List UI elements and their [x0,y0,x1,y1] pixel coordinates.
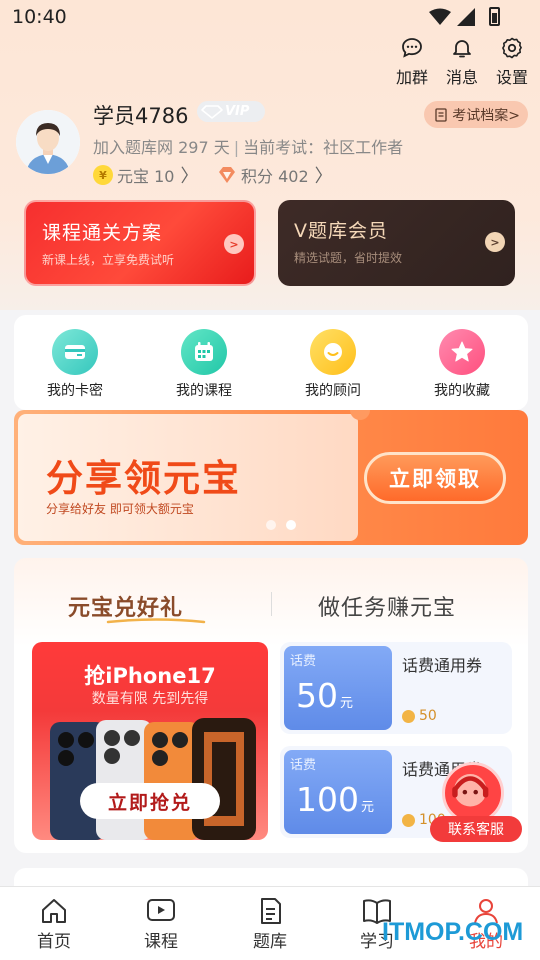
coin-icon [402,709,415,723]
coupon-amount: 50 元 [296,676,354,715]
vip-membership-subtitle: 精选试题，省时提效 [294,251,403,265]
coupon-tag: 话费 [290,758,317,773]
carousel-indicator [266,520,296,530]
tab-divider [271,592,272,616]
my-favorites-label: 我的收藏 [434,383,490,399]
carousel-dot[interactable] [266,520,276,530]
chevron-right-icon: 〉 [314,166,333,187]
gear-icon [502,37,522,59]
gem-icon [219,167,235,183]
nav-courses[interactable]: 课程 [126,897,196,952]
phone-credit-coupon-50[interactable]: 话费 50 元 话费通用券 50 [280,642,512,734]
iphone-promo-card[interactable]: 抢iPhone17 数量有限 先到先得 立即抢兑 [32,642,268,840]
arrow-right-icon: > [485,232,505,252]
nav-home-label: 首页 [37,932,71,952]
my-advisor-label: 我的顾问 [305,383,361,399]
profile-subtitle: 加入题库网 297 天 | 当前考试：社区工作者 [93,138,404,157]
calendar-icon [181,329,227,375]
coupon-name: 话费通用券 [402,656,483,675]
document-icon [435,107,447,122]
chevron-right-icon: 〉 [180,166,199,187]
status-time: 10:40 [12,6,67,28]
bell-icon [453,40,471,58]
messages-button[interactable]: 消息 [444,36,480,88]
points-value: 积分 402 [241,167,309,186]
chat-bubble-icon [402,38,422,58]
wifi-icon [429,8,451,25]
vip-badge[interactable]: VIP [197,101,265,122]
username: 学员4786 [93,104,189,128]
coupon-tag: 话费 [290,654,317,669]
messages-label: 消息 [445,68,478,87]
current-exam: 当前考试：社区工作者 [243,138,404,157]
coupon-face: 话费 50 元 [284,646,392,730]
vip-membership-title: V题库会员 [294,220,388,242]
points-stat[interactable]: 积分 402 〉 [217,162,333,188]
my-courses-label: 我的课程 [176,383,232,399]
avatar[interactable] [16,110,80,174]
arrow-right-icon: > [224,234,244,254]
nav-courses-label: 课程 [144,932,178,952]
coin-icon [402,813,415,827]
course-plan-card[interactable]: 课程通关方案 新课上线，立享免费试听 > [24,200,256,286]
battery-icon [489,7,500,26]
my-card-keys-item[interactable]: 我的卡密 [25,329,125,400]
card-icon [52,329,98,375]
course-plan-subtitle: 新课上线，立享免费试听 [42,253,175,267]
nav-home[interactable]: 首页 [19,897,89,952]
status-bar: 10:40 [0,0,540,34]
diamond-icon [201,104,223,119]
yuanbao-stat[interactable]: ¥ 元宝 10 〉 [93,162,198,188]
document-icon [261,898,281,924]
join-group-button[interactable]: 加群 [394,36,430,88]
carousel-dot-active[interactable] [286,520,296,530]
yuanbao-coin-icon: ¥ [93,165,113,185]
vip-label: VIP [225,104,250,119]
active-tab-underline [106,618,206,624]
customer-service-avatar-icon [442,762,504,824]
settings-label: 设置 [495,68,528,87]
share-banner[interactable]: 分享领元宝 分享给好友 即可领大额元宝 立即领取 [14,410,528,545]
exam-archive-button[interactable]: 考试档案> [424,101,528,128]
coupon-face: 话费 100 元 [284,750,392,834]
play-icon [147,899,175,921]
home-icon [42,899,66,923]
my-favorites-item[interactable]: 我的收藏 [412,329,512,400]
customer-service-label: 联系客服 [430,816,522,842]
grab-now-button[interactable]: 立即抢兑 [80,783,220,819]
phones-illustration [50,718,256,840]
iphone-title: 抢iPhone17 [84,664,216,688]
yuanbao-value: 元宝 10 [117,167,175,186]
star-icon [439,329,485,375]
joined-days: 加入题库网 297 天 [93,138,230,157]
tab-earn-by-tasks[interactable]: 做任务赚元宝 [318,590,456,622]
quick-menu: 我的卡密 我的课程 我的顾问 我的收藏 [14,315,528,410]
join-group-label: 加群 [395,68,428,87]
coupon-cost: 50 [402,708,437,724]
claim-now-button[interactable]: 立即领取 [364,452,506,504]
vip-membership-card[interactable]: V题库会员 精选试题，省时提效 > [278,200,515,286]
nav-question-bank[interactable]: 题库 [235,897,305,952]
advisor-icon [310,329,356,375]
share-subtitle: 分享给好友 即可领大额元宝 [46,502,194,516]
nav-question-bank-label: 题库 [253,932,287,952]
course-plan-title: 课程通关方案 [42,222,163,244]
cellular-signal-icon [457,7,475,26]
watermark: ITMOP.COM [382,918,524,946]
my-card-keys-label: 我的卡密 [47,383,103,399]
exam-archive-label: 考试档案> [452,107,520,124]
coupon-amount: 100 元 [296,780,375,819]
my-courses-item[interactable]: 我的课程 [154,329,254,400]
my-advisor-item[interactable]: 我的顾问 [283,329,383,400]
customer-service-button[interactable]: 联系客服 [430,762,522,844]
iphone-subtitle: 数量有限 先到先得 [91,691,209,707]
settings-button[interactable]: 设置 [494,36,530,88]
share-title: 分享领元宝 [46,457,241,500]
